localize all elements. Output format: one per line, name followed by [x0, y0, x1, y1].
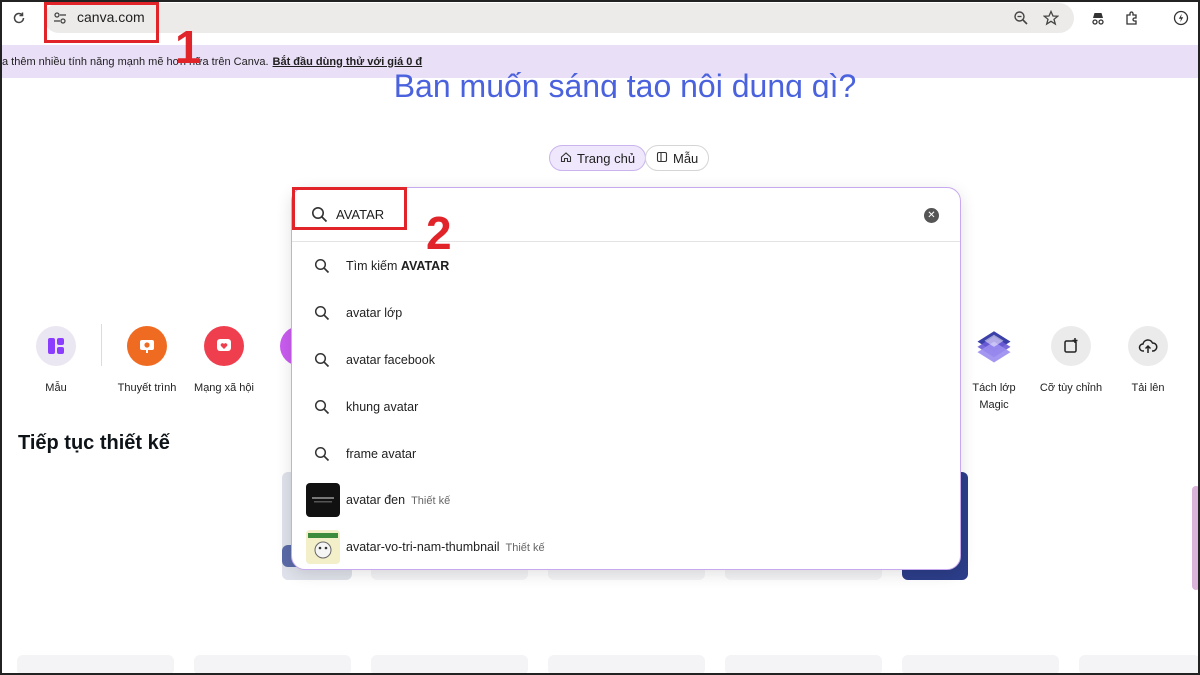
- category-magic-layers[interactable]: Tách lớp Magic: [954, 326, 1034, 414]
- search-icon: [314, 399, 330, 418]
- suggestion-label: avatar facebook: [346, 353, 435, 367]
- annotation-box-url: [44, 2, 159, 43]
- design-card[interactable]: [725, 655, 882, 675]
- suggestion-label: khung avatar: [346, 400, 419, 414]
- category-upload[interactable]: Tải lên: [1108, 326, 1188, 397]
- category-label: Tải lên: [1131, 382, 1165, 394]
- suggestion-design[interactable]: avatar đen Thiết kế: [292, 478, 960, 522]
- section-title: Tiếp tục thiết kế: [18, 432, 170, 454]
- annotation-number: 2: [426, 207, 452, 259]
- bookmark-star-icon[interactable]: [1041, 8, 1061, 28]
- suggestion-item[interactable]: khung avatar: [292, 385, 960, 429]
- category-divider: [101, 324, 102, 366]
- tab-templates[interactable]: Mẫu: [645, 145, 710, 171]
- presentation-icon: [127, 326, 167, 366]
- category-label: Mẫu: [45, 382, 67, 394]
- zoom-icon[interactable]: [1011, 8, 1031, 28]
- suggestion-label: avatar lớp: [346, 306, 403, 320]
- suggestion-search-all[interactable]: Tìm kiếm AVATAR: [292, 244, 960, 288]
- close-icon: ✕: [927, 210, 936, 221]
- search-dropdown: ✕ Tìm kiếm AVATAR avatar lớp avatar face…: [291, 187, 961, 570]
- design-card[interactable]: [548, 655, 705, 675]
- banner-text: a thêm nhiều tính năng mạnh mẽ hơn nữa t…: [2, 55, 269, 68]
- magic-layer-icon: [974, 326, 1014, 366]
- category-presentation[interactable]: Thuyết trình: [107, 326, 187, 397]
- template-icon: [656, 151, 668, 166]
- performance-icon[interactable]: [1171, 8, 1191, 28]
- design-card[interactable]: [371, 655, 528, 675]
- search-input[interactable]: [336, 207, 896, 222]
- custom-size-icon: [1051, 326, 1091, 366]
- category-label: Tách lớp Magic: [972, 382, 1016, 411]
- tab-home-label: Trang chủ: [577, 150, 636, 166]
- suggestion-item[interactable]: frame avatar: [292, 432, 960, 476]
- reload-icon[interactable]: [9, 8, 29, 28]
- suggestion-type: Thiết kế: [505, 542, 545, 554]
- design-card[interactable]: [17, 655, 174, 675]
- annotation-box-search: [292, 187, 407, 230]
- extensions-icon[interactable]: [1122, 8, 1142, 28]
- incognito-icon[interactable]: [1088, 8, 1108, 28]
- suggestion-type: Thiết kế: [411, 495, 451, 507]
- suggestion-label: avatar-vo-tri-nam-thumbnail: [346, 540, 500, 554]
- tab-home[interactable]: Trang chủ: [549, 145, 647, 171]
- suggestion-item[interactable]: avatar lớp: [292, 291, 960, 335]
- search-icon: [314, 305, 330, 324]
- suggestion-prefix: Tìm kiếm: [346, 259, 401, 273]
- design-card[interactable]: [1192, 486, 1200, 590]
- home-icon: [560, 151, 572, 166]
- search-icon: [314, 352, 330, 371]
- design-card[interactable]: [1079, 655, 1200, 675]
- suggestion-label: avatar đen: [346, 493, 406, 507]
- suggestion-label: frame avatar: [346, 447, 417, 461]
- design-thumbnail: [306, 483, 340, 517]
- layout-icon: [36, 326, 76, 366]
- category-label: Cỡ tùy chỉnh: [1039, 382, 1103, 394]
- annotation-number: 1: [175, 21, 201, 73]
- suggestion-design[interactable]: avatar-vo-tri-nam-thumbnail Thiết kế: [292, 525, 960, 569]
- heart-chat-icon: [204, 326, 244, 366]
- category-templates[interactable]: Mẫu: [16, 326, 96, 397]
- search-icon: [314, 258, 330, 277]
- cloud-upload-icon: [1128, 326, 1168, 366]
- design-thumbnail: [306, 530, 340, 564]
- suggestion-query: AVATAR: [400, 259, 450, 273]
- suggestion-item[interactable]: avatar facebook: [292, 338, 960, 382]
- category-label: Thuyết trình: [117, 382, 177, 394]
- search-icon: [314, 446, 330, 465]
- clear-search-button[interactable]: ✕: [924, 208, 939, 223]
- page-heading: Bạn muốn sáng tạo nội dung gì?: [393, 68, 857, 98]
- design-card[interactable]: [194, 655, 351, 675]
- category-label: Mạng xã hội: [194, 382, 254, 394]
- category-custom-size[interactable]: Cỡ tùy chỉnh: [1031, 326, 1111, 397]
- tab-templates-label: Mẫu: [673, 150, 699, 166]
- category-social-media[interactable]: Mạng xã hội: [184, 326, 264, 397]
- design-card[interactable]: [902, 655, 1059, 675]
